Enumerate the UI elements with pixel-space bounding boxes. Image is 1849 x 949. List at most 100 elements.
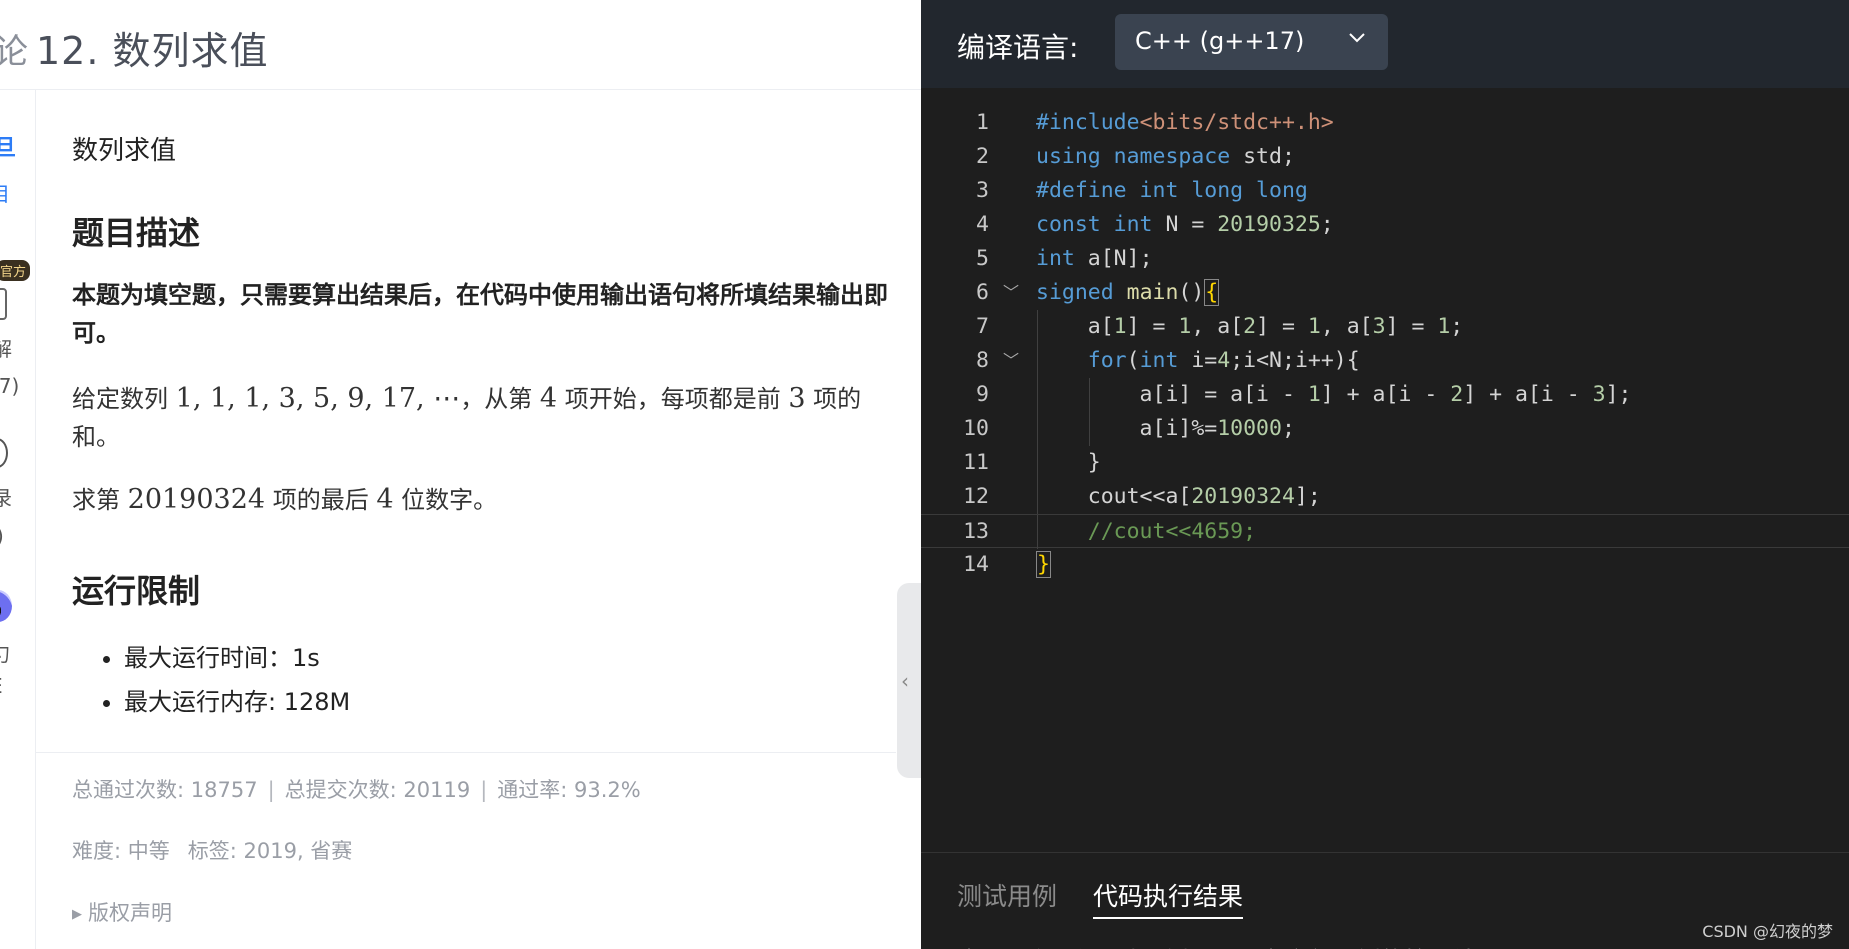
language-label: 编译语言: (957, 31, 1079, 64)
line-number: 13 (963, 519, 989, 544)
para2-suffix: 位数字。 (393, 486, 498, 514)
line-number: 6 (976, 280, 989, 305)
stat-submitted: 总提交次数: 20119 (284, 778, 471, 802)
problem-meta: 难度: 中等 标签: 2019, 省赛 (72, 835, 352, 865)
code-line[interactable]: 14 } (921, 548, 1849, 582)
question-paragraph: 求第 20190324 项的最后 4 位数字。 (72, 480, 497, 515)
chevron-left-icon: ‹ (901, 669, 909, 693)
line-number: 12 (963, 484, 989, 509)
code-line[interactable]: 11 } (921, 446, 1849, 480)
difficulty-label: 难度: 中等 (72, 839, 170, 863)
line-number: 11 (963, 450, 989, 475)
line-number: 5 (976, 246, 989, 271)
limit-memory: 最大运行内存: 128M (124, 680, 350, 724)
language-select[interactable]: C++ (g++17) (1115, 14, 1388, 70)
problem-header: 论 12. 数列求值 (0, 0, 921, 90)
code-text[interactable]: #include<bits/stdc++.h> (1036, 106, 1334, 140)
code-text[interactable]: #define int long long (1036, 174, 1308, 208)
rail-record-paren: ) (0, 524, 4, 548)
code-text[interactable]: a[i]%=10000; (1036, 412, 1295, 446)
breadcrumb-fragment[interactable]: 论 (0, 24, 28, 73)
stat-separator: | (480, 778, 488, 802)
limit-time: 最大运行时间：1s (124, 636, 350, 680)
sequence-math: 1, 1, 1, 3, 5, 9, 17, ⋯ (175, 383, 461, 414)
editor-panel: 编译语言: C++ (g++17) 1 #include<bits/stdc++… (921, 0, 1849, 949)
para1-prefix: 给定数列 (72, 385, 176, 413)
code-text[interactable]: int a[N]; (1036, 242, 1153, 276)
tags-label[interactable]: 标签: 2019, 省赛 (188, 839, 353, 863)
line-number: 2 (976, 144, 989, 169)
copyright-toggle[interactable]: ▶ 版权声明 (72, 897, 172, 927)
line-number: 10 (963, 416, 989, 441)
rail-solution-label[interactable]: 解 (0, 333, 12, 362)
para2-mid: 项的最后 (265, 486, 377, 514)
panel-collapse-handle[interactable]: ‹ (897, 583, 921, 778)
code-line[interactable]: 7 a[1] = 1, a[2] = 1, a[3] = 1; (921, 310, 1849, 344)
rail-fragment-b: E (0, 674, 3, 698)
code-text[interactable]: a[i] = a[i - 1] + a[i - 2] + a[i - 3]; (1036, 378, 1632, 412)
line-number: 3 (976, 178, 989, 203)
official-badge: 官方 (0, 260, 31, 281)
target-index-math: 20190324 (127, 484, 266, 515)
code-line[interactable]: 3 #define int long long (921, 174, 1849, 208)
code-text[interactable]: //cout<<4659; (1036, 515, 1256, 549)
line-number: 8 (976, 348, 989, 373)
code-line[interactable]: 9 a[i] = a[i - 1] + a[i - 2] + a[i - 3]; (921, 378, 1849, 412)
code-text[interactable]: for(int i=4;i<N;i++){ (1036, 344, 1360, 378)
code-line[interactable]: 10 a[i]%=10000; (921, 412, 1849, 446)
avatar[interactable] (0, 590, 12, 622)
rail-label-fragment[interactable]: 目 (0, 178, 10, 207)
problem-panel: 论 12. 数列求值 旦 目 官方 解 57) 录 ) 勺 E 数列求值 题目描… (0, 0, 921, 949)
code-line[interactable]: 8 ﹀ for(int i=4;i<N;i++){ (921, 344, 1849, 378)
limits-list: 最大运行时间：1s 最大运行内存: 128M (104, 636, 350, 724)
code-text[interactable]: } (1036, 446, 1101, 480)
code-line-current[interactable]: 13 //cout<<4659; (921, 514, 1849, 549)
code-line[interactable]: 12 cout<<a[20190324]; (921, 480, 1849, 514)
divider (36, 752, 896, 753)
para2-prefix: 求第 (72, 486, 128, 514)
limits-heading: 运行限制 (72, 572, 201, 610)
caret-right-icon: ▶ (72, 907, 82, 922)
line-number: 14 (963, 552, 989, 577)
chevron-down-icon (1349, 33, 1365, 43)
para1-mid: ，从第 (460, 385, 540, 413)
code-line[interactable]: 1 #include<bits/stdc++.h> (921, 106, 1849, 140)
line-number: 4 (976, 212, 989, 237)
sequence-paragraph: 给定数列 1, 1, 1, 3, 5, 9, 17, ⋯，从第 4 项开始，每项… (72, 380, 892, 456)
rail-icon-fragment[interactable]: 旦 (0, 130, 16, 162)
page-title: 12. 数列求值 (36, 29, 269, 73)
code-text[interactable]: const int N = 20190325; (1036, 208, 1334, 242)
code-line[interactable]: 2 using namespace std; (921, 140, 1849, 174)
description-heading: 题目描述 (72, 214, 201, 252)
code-text[interactable]: signed main(){ (1036, 276, 1220, 310)
stat-separator: | (267, 778, 275, 802)
solution-icon[interactable] (0, 288, 7, 320)
line-number: 1 (976, 110, 989, 135)
language-select-value: C++ (g++17) (1135, 27, 1305, 55)
start-index-math: 4 (539, 383, 558, 414)
record-icon[interactable] (0, 438, 8, 468)
prev-count-math: 3 (788, 383, 806, 414)
rail-record-label[interactable]: 录 (0, 482, 12, 511)
digit-count-math: 4 (376, 484, 394, 515)
code-text[interactable]: using namespace std; (1036, 140, 1295, 174)
editor-toolbar: 编译语言: C++ (g++17) (921, 0, 1849, 88)
problem-subtitle: 数列求值 (72, 136, 177, 166)
code-line[interactable]: 5 int a[N]; (921, 242, 1849, 276)
code-text[interactable]: a[1] = 1, a[2] = 1, a[3] = 1; (1036, 310, 1463, 344)
stat-rate: 通过率: 93.2% (497, 778, 641, 802)
tab-test-cases[interactable]: 测试用例 (957, 877, 1057, 913)
code-line[interactable]: 4 const int N = 20190325; (921, 208, 1849, 242)
submission-stats: 总通过次数: 18757 | 总提交次数: 20119 | 通过率: 93.2% (72, 774, 641, 804)
rail-fragment-a: 勺 (0, 638, 10, 667)
line-number: 9 (976, 382, 989, 407)
fold-chevron-icon[interactable]: ﹀ (1003, 276, 1023, 310)
result-summary: 本题只有1个测试用例，以下为全部用例的检测结果 (957, 941, 1500, 949)
code-text[interactable]: } (1036, 548, 1051, 582)
code-line[interactable]: 6 ﹀ signed main(){ (921, 276, 1849, 310)
line-number: 7 (976, 314, 989, 339)
code-text[interactable]: cout<<a[20190324]; (1036, 480, 1321, 514)
side-rail: 旦 目 官方 解 57) 录 ) 勺 E (0, 90, 36, 949)
fold-chevron-icon[interactable]: ﹀ (1003, 344, 1023, 378)
tab-execution-result[interactable]: 代码执行结果 (1093, 877, 1244, 919)
